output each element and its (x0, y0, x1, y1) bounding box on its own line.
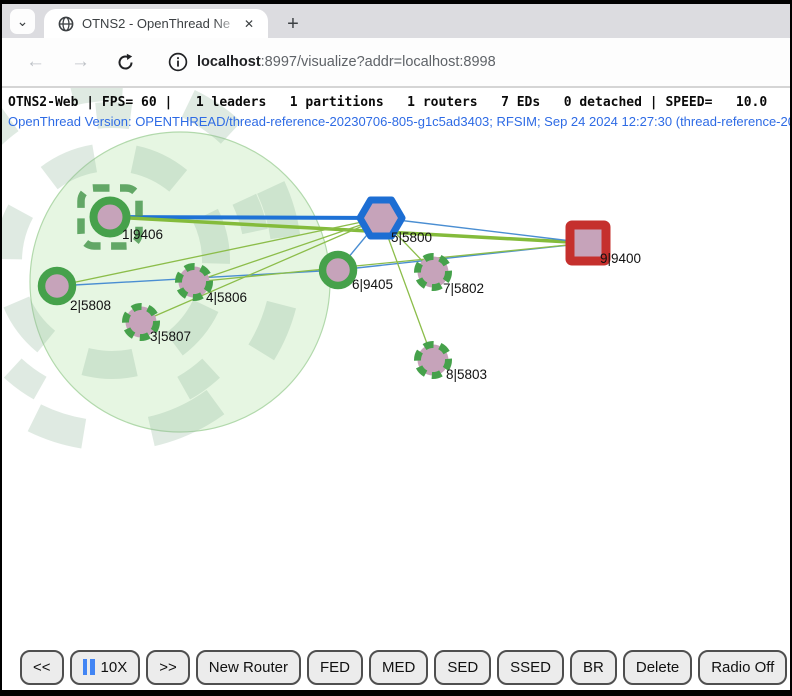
node-label: 5|5800 (391, 230, 432, 245)
end-device-shape (323, 255, 354, 286)
chevron-down-icon: ⌄ (17, 13, 29, 30)
simulation-status-bar: OTNS2-Web | FPS= 60 | 1 leaders 1 partit… (8, 95, 767, 110)
toolbar-button--[interactable]: << (20, 650, 64, 685)
toolbar-button-label: FED (320, 659, 350, 676)
toolbar-button-label: 10X (101, 659, 128, 676)
node-label: 7|5802 (443, 281, 484, 296)
tab-close-icon[interactable]: ✕ (240, 15, 258, 33)
toolbar-button-label: << (33, 659, 51, 676)
browser-toolbar: ← → localhost:8997/visualize?addr=localh… (0, 38, 792, 86)
node-4[interactable] (179, 267, 210, 298)
window-border-top (0, 0, 792, 4)
window-border-left (0, 0, 2, 696)
node-label: 4|5806 (206, 290, 247, 305)
reload-icon[interactable] (116, 53, 135, 72)
browser-tab[interactable]: OTNS2 - OpenThread Ne ✕ (44, 9, 268, 38)
sleepy-end-device-shape (418, 345, 449, 376)
network-svg: 1|9406 2|5808 3|5807 4|5806 5|5800 6|9405 7|58… (0, 88, 792, 644)
toolbar-button-radio-off[interactable]: Radio Off (698, 650, 787, 685)
toolbar-button-med[interactable]: MED (369, 650, 428, 685)
tab-title: OTNS2 - OpenThread Ne (82, 16, 240, 31)
window-border-bottom (0, 690, 792, 696)
action-toolbar: << 10X >> New Router FED MED SED SSED BR Delete Ra… (0, 644, 792, 690)
forward-icon[interactable]: → (71, 51, 90, 73)
node-8[interactable] (418, 345, 449, 376)
toolbar-button-label: >> (159, 659, 177, 676)
node-label: 6|9405 (352, 277, 393, 292)
toolbar-button-label: New Router (209, 659, 288, 676)
toolbar-button-label: SED (447, 659, 478, 676)
sleepy-end-device-shape (179, 267, 210, 298)
toolbar-button-fed[interactable]: FED (307, 650, 363, 685)
toolbar-button-label: Radio Off (711, 659, 774, 676)
tab-strip: ⌄ OTNS2 - OpenThread Ne ✕ + (0, 4, 792, 38)
openthread-version-text: OpenThread Version: OPENTHREAD/thread-re… (8, 114, 792, 129)
node-label: 3|5807 (150, 329, 191, 344)
globe-favicon-icon (58, 16, 74, 32)
toolbar-button-new-router[interactable]: New Router (196, 650, 301, 685)
node-label: 8|5803 (446, 367, 487, 382)
node-label: 2|5808 (70, 298, 111, 313)
node-2[interactable] (42, 271, 73, 302)
node-label: 9|9400 (600, 251, 641, 266)
pause-icon (83, 659, 95, 675)
toolbar-button-sed[interactable]: SED (434, 650, 491, 685)
url-host: localhost (197, 54, 261, 70)
toolbar-button-br[interactable]: BR (570, 650, 617, 685)
visualization-canvas: 1|9406 2|5808 3|5807 4|5806 5|5800 6|9405 7|58… (0, 88, 792, 644)
toolbar-button-ssed[interactable]: SSED (497, 650, 564, 685)
toolbar-button-label: BR (583, 659, 604, 676)
site-info-icon[interactable] (165, 49, 191, 75)
info-circle-icon (168, 52, 188, 72)
back-icon[interactable]: ← (26, 51, 45, 73)
toolbar-button-10x[interactable]: 10X (70, 650, 141, 685)
node-label: 1|9406 (122, 227, 163, 242)
toolbar-button-label: MED (382, 659, 415, 676)
node-6[interactable] (323, 255, 354, 286)
toolbar-button-delete[interactable]: Delete (623, 650, 692, 685)
toolbar-button-label: Delete (636, 659, 679, 676)
end-device-shape (42, 271, 73, 302)
toolbar-button--[interactable]: >> (146, 650, 190, 685)
address-bar[interactable]: localhost:8997/visualize?addr=localhost:… (197, 54, 496, 70)
browser-window: ⌄ OTNS2 - OpenThread Ne ✕ + ← → lo (0, 0, 792, 696)
tab-search-dropdown-button[interactable]: ⌄ (10, 9, 35, 34)
toolbar-button-label: SSED (510, 659, 551, 676)
new-tab-button[interactable]: + (280, 11, 306, 37)
url-path: :8997/visualize?addr=localhost:8998 (261, 54, 496, 70)
